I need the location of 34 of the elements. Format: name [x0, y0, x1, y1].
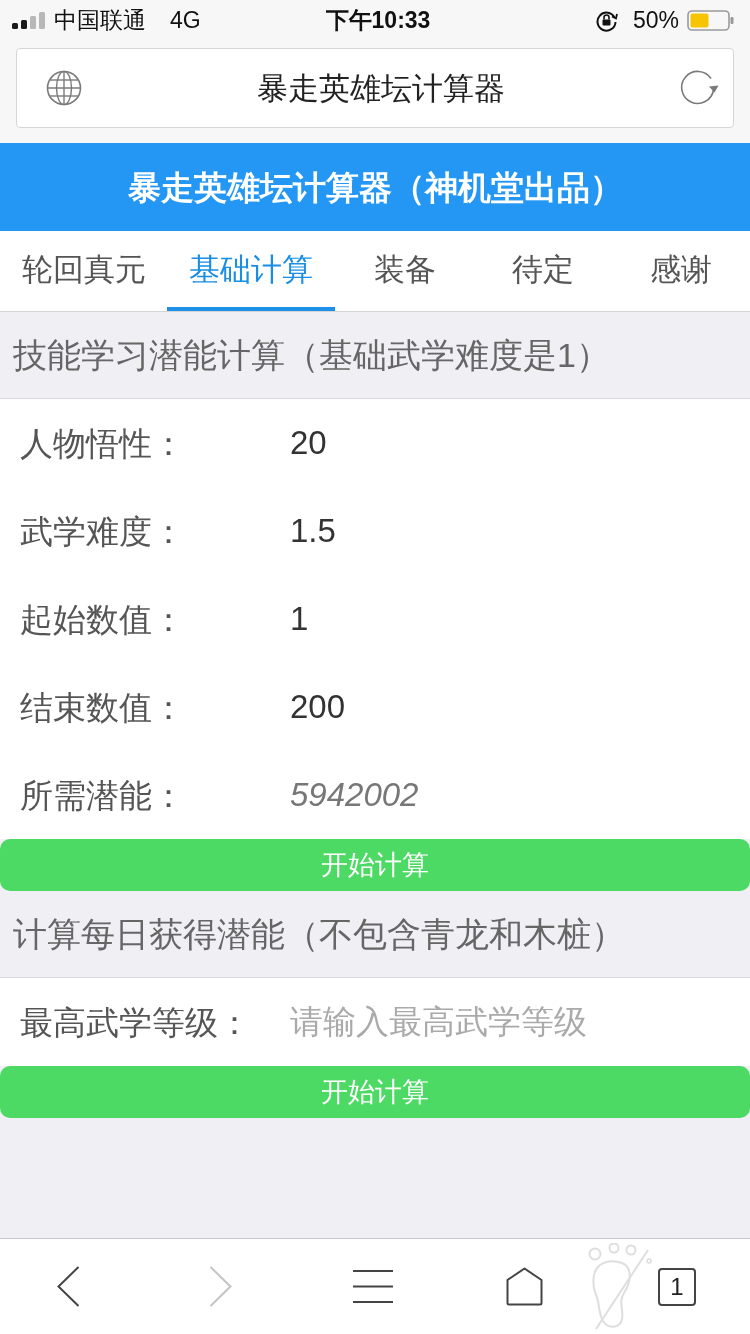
field-label: 所需潜能： [0, 751, 290, 839]
back-icon[interactable] [56, 1266, 80, 1307]
carrier-name: 中国联通 [54, 8, 146, 32]
address-bar[interactable]: 暴走英雄坛计算器 [16, 48, 734, 128]
input-field[interactable]: 200 [290, 663, 750, 751]
home-icon[interactable] [506, 1267, 544, 1306]
field-label: 人物悟性： [0, 399, 290, 487]
battery-percentage: 50% [632, 8, 679, 32]
section-heading: 计算每日获得潜能（不包含青龙和木桩） [13, 917, 625, 951]
section-heading: 技能学习潜能计算（基础武学难度是1） [13, 338, 610, 372]
tab[interactable]: 装备 [335, 231, 474, 311]
field-label: 起始数值： [0, 575, 290, 663]
input-field[interactable]: 1.5 [290, 487, 750, 575]
field-label: 最高武学等级： [0, 978, 290, 1066]
refresh-icon[interactable] [680, 70, 719, 106]
page-title: 暴走英雄坛计算器 [257, 72, 505, 104]
tab[interactable]: 轮回真元 [0, 231, 167, 311]
result-field[interactable]: 5942002 [290, 751, 750, 839]
globe-icon [46, 70, 82, 106]
footprint-icon [586, 1243, 654, 1331]
tab-count-button[interactable]: 1 [658, 1267, 696, 1306]
signal-icon [12, 11, 46, 29]
input-field[interactable]: 请输入最高武学等级 [290, 978, 750, 1066]
field-label: 结束数值： [0, 663, 290, 751]
battery-icon [687, 9, 734, 31]
network-type: 4G [170, 8, 201, 32]
tab[interactable]: 待定 [474, 231, 612, 311]
input-field[interactable]: 20 [290, 399, 750, 487]
field-label: 武学难度： [0, 487, 290, 575]
tab[interactable]: 感谢 [612, 231, 750, 311]
menu-icon[interactable] [352, 1270, 393, 1303]
input-field[interactable]: 1 [290, 575, 750, 663]
clock-time: 下午10:33 [325, 8, 431, 32]
header-title: 暴走英雄坛计算器（神机堂出品） [127, 170, 623, 204]
